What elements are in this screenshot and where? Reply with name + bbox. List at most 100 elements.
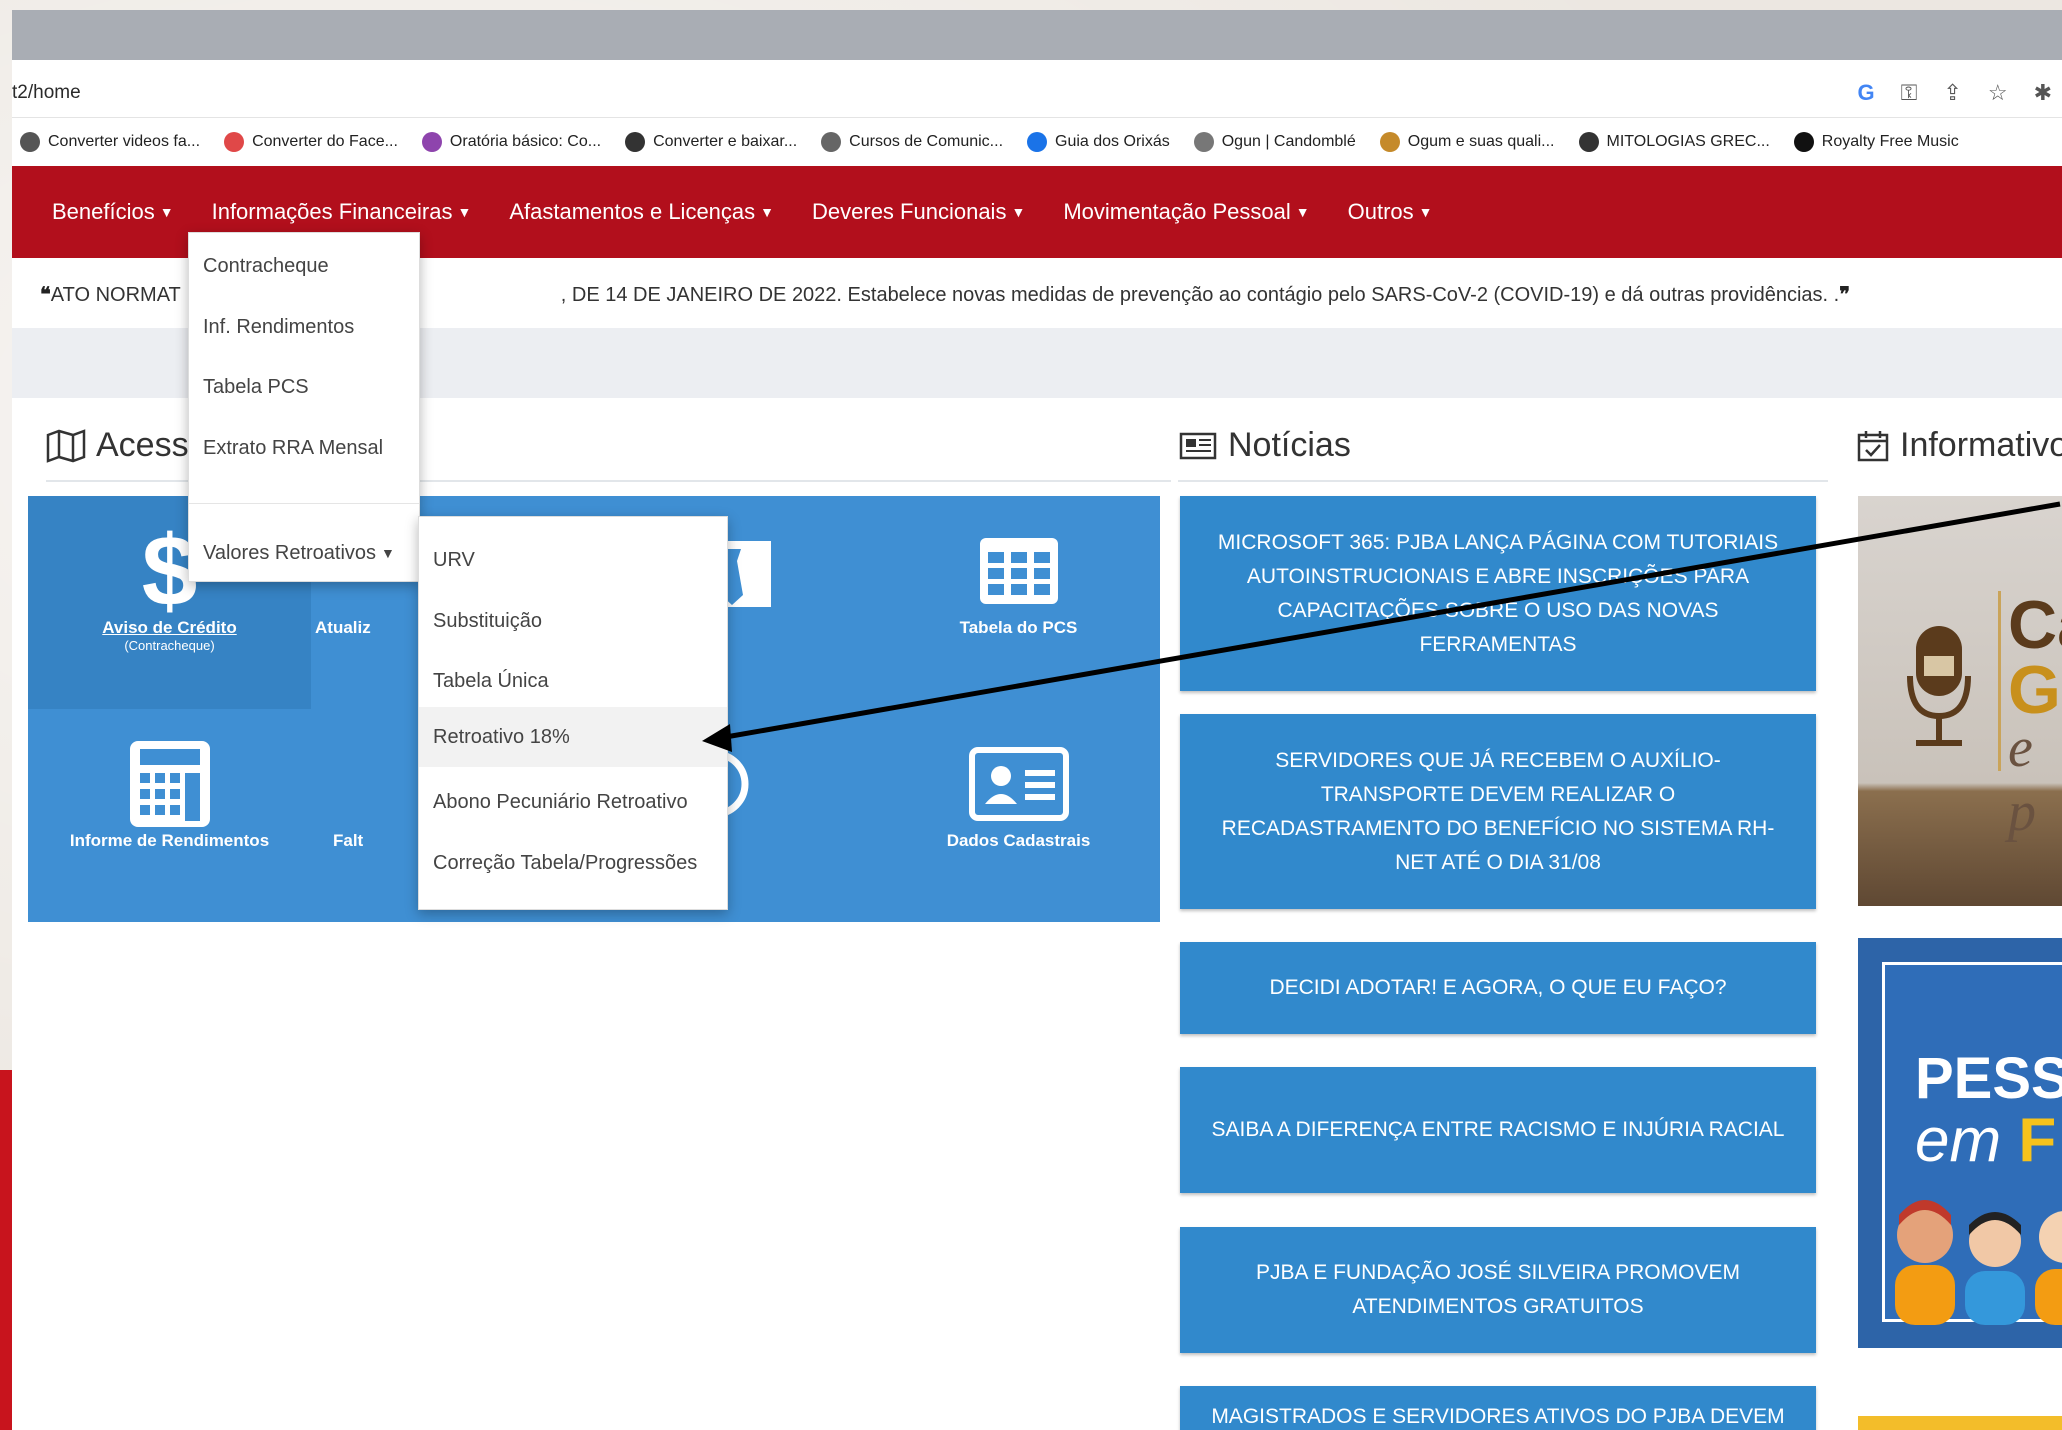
bookmark-item[interactable]: Cursos de Comunic... (821, 132, 1003, 152)
address-bar-icons: G ⚿ ⇪ ☆ ✱ (1858, 80, 2052, 106)
bookmark-item[interactable]: Ogum e suas quali... (1379, 132, 1555, 152)
informativo-card-podcast[interactable]: Ca Ge e p (1858, 496, 2062, 906)
news-item[interactable]: PJBA E FUNDAÇÃO JOSÉ SILVEIRA PROMOVEM A… (1180, 1227, 1816, 1353)
bookmark-label: Converter e baixar... (653, 133, 798, 150)
bookmark-item[interactable]: Guia dos Orixás (1027, 132, 1170, 152)
extension-icon[interactable]: ✱ (2034, 80, 2052, 106)
nav-deveres-funcionais[interactable]: Deveres Funcionais ▼ (812, 199, 1025, 225)
notice-text[interactable]: , DE 14 DE JANEIRO DE 2022. Estabelece n… (561, 284, 1839, 306)
informativo-card-partial[interactable] (1858, 1416, 2062, 1430)
divider (1178, 480, 1828, 482)
card-text-highlight: F (2018, 1106, 2057, 1175)
menu-item-contracheque[interactable]: Contracheque (189, 241, 419, 291)
image-icon (1379, 132, 1400, 152)
bookmark-label: Oratória básico: Co... (449, 133, 602, 150)
tile-dados-cadastrais[interactable]: Dados Cadastrais (877, 709, 1160, 922)
bird-icon (821, 132, 842, 152)
caret-down-icon: ▼ (760, 204, 775, 220)
url-text[interactable]: t2/home (12, 82, 81, 104)
news-item[interactable]: SAIBA A DIFERENÇA ENTRE RACISMO E INJÚRI… (1180, 1067, 1816, 1193)
nav-beneficios[interactable]: Benefícios ▼ (52, 199, 174, 225)
people-illustration (1895, 1200, 2062, 1325)
nav-movimentacao-pessoal[interactable]: Movimentação Pessoal ▼ (1063, 199, 1309, 225)
bookmark-item[interactable]: Oratória básico: Co... (421, 132, 602, 152)
bookmark-item[interactable]: MITOLOGIAS GREC... (1578, 132, 1770, 152)
card-text: em F (1915, 1105, 2056, 1176)
menu-item-retroativo-18[interactable]: Retroativo 18% (419, 707, 727, 767)
section-noticias-title: Notícias (1228, 426, 1351, 464)
star-icon[interactable]: ☆ (1988, 80, 2008, 106)
tile-informe-de-rendimentos[interactable]: Informe de Rendimentos (28, 709, 311, 922)
menu-item-abono-pecuniario[interactable]: Abono Pecuniário Retroativo (419, 777, 727, 827)
newspaper-icon (1179, 432, 1217, 459)
open-quote-icon: ❝ (40, 284, 51, 306)
tile-label: Tabela do PCS (959, 618, 1078, 637)
tile-label: Dados Cadastrais (946, 831, 1091, 850)
bookmark-label: Ogun | Candomblé (1221, 133, 1356, 150)
news-item[interactable]: MICROSOFT 365: PJBA LANÇA PÁGINA COM TUT… (1180, 496, 1816, 691)
menu-item-inf-rendimentos[interactable]: Inf. Rendimentos (189, 302, 419, 352)
news-item[interactable]: DECIDI ADOTAR! E AGORA, O QUE EU FAÇO? (1180, 942, 1816, 1034)
nav-afastamentos[interactable]: Afastamentos e Licenças ▼ (509, 199, 774, 225)
table-grid-icon (877, 516, 1160, 626)
submenu-valores-retroativos: URV Substituição Tabela Única Retroativo… (418, 516, 728, 910)
page-icon (20, 132, 40, 152)
caret-down-icon: ▼ (457, 204, 472, 220)
card-text: PESS (1915, 1046, 2062, 1111)
bookmark-label: Converter do Face... (252, 133, 398, 150)
share-icon[interactable]: ⇪ (1943, 80, 1961, 106)
menu-item-correcao-tabela[interactable]: Correção Tabela/Progressões (419, 838, 727, 888)
caret-down-icon: ▼ (1011, 204, 1026, 220)
bookmark-item[interactable]: Converter videos fa... (20, 132, 200, 152)
tile-label: Aviso de Crédito (102, 618, 237, 637)
section-noticias-header: Notícias (1178, 426, 1351, 465)
card-divider (1998, 591, 2001, 771)
tile-label: Informe de Rendimentos (69, 831, 270, 850)
globe-icon (1578, 132, 1599, 152)
bookmark-item[interactable]: Ogun | Candomblé (1193, 132, 1356, 152)
menu-item-tabela-pcs[interactable]: Tabela PCS (189, 362, 419, 412)
bookmark-label: Royalty Free Music (1821, 133, 1959, 150)
browser-titlebar (12, 10, 2062, 60)
bookmark-item[interactable]: Royalty Free Music (1793, 132, 1959, 152)
map-icon (46, 428, 86, 463)
caret-down-icon: ▼ (1418, 204, 1433, 220)
tile-tabela-do-pcs[interactable]: Tabela do PCS (877, 496, 1160, 709)
google-icon[interactable]: G (1858, 80, 1875, 106)
menu-item-label: Valores Retroativos (203, 541, 377, 564)
close-quote-icon: ❞ (1839, 284, 1850, 306)
bookmark-label: Converter videos fa... (48, 133, 201, 150)
nav-outros[interactable]: Outros ▼ (1348, 199, 1433, 225)
calendar-check-icon (1857, 430, 1889, 461)
card-text: e p (2008, 717, 2036, 843)
bookmark-label: Cursos de Comunic... (849, 133, 1004, 150)
news-item[interactable]: MAGISTRADOS E SERVIDORES ATIVOS DO PJBA … (1180, 1386, 1816, 1430)
informativo-card-pessoas[interactable]: PESS em F (1858, 938, 2062, 1348)
letter-a-icon (1027, 132, 1048, 152)
b-icon (1793, 132, 1814, 152)
menu-divider (189, 503, 419, 504)
news-item[interactable]: SERVIDORES QUE JÁ RECEBEM O AUXÍLIO-TRAN… (1180, 714, 1816, 909)
tile-sublabel: (Contracheque) (124, 638, 215, 653)
address-bar[interactable]: t2/home G ⚿ ⇪ ☆ ✱ (12, 68, 2062, 118)
nav-informacoes-financeiras[interactable]: Informações Financeiras ▼ (212, 199, 472, 225)
microphone-icon (1907, 626, 1971, 746)
menu-item-tabela-unica[interactable]: Tabela Única (419, 656, 727, 706)
menu-item-valores-retroativos[interactable]: Valores Retroativos ▼ (189, 528, 419, 578)
bookmark-label: Ogum e suas quali... (1407, 133, 1555, 150)
bookmark-item[interactable]: Converter do Face... (224, 132, 398, 152)
section-acesso-header: Acess (46, 426, 189, 465)
bookmark-item[interactable]: Converter e baixar... (625, 132, 797, 152)
dropdown-informacoes-financeiras: Contracheque Inf. Rendimentos Tabela PCS… (188, 232, 420, 582)
section-informativo-header: Informativo (1856, 426, 2062, 465)
notice-prefix: ATO NORMAT (50, 284, 181, 306)
key-icon[interactable]: ⚿ (1901, 80, 1918, 106)
menu-item-extrato-rra[interactable]: Extrato RRA Mensal (189, 423, 419, 473)
menu-item-urv[interactable]: URV (419, 535, 727, 585)
card-frame: PESS em F (1882, 962, 2062, 1325)
id-card-icon (877, 729, 1160, 839)
caret-down-icon: ▼ (381, 545, 395, 561)
caret-down-icon: ▼ (1295, 204, 1310, 220)
menu-item-substituicao[interactable]: Substituição (419, 596, 727, 646)
paper-plane-icon (224, 132, 245, 152)
